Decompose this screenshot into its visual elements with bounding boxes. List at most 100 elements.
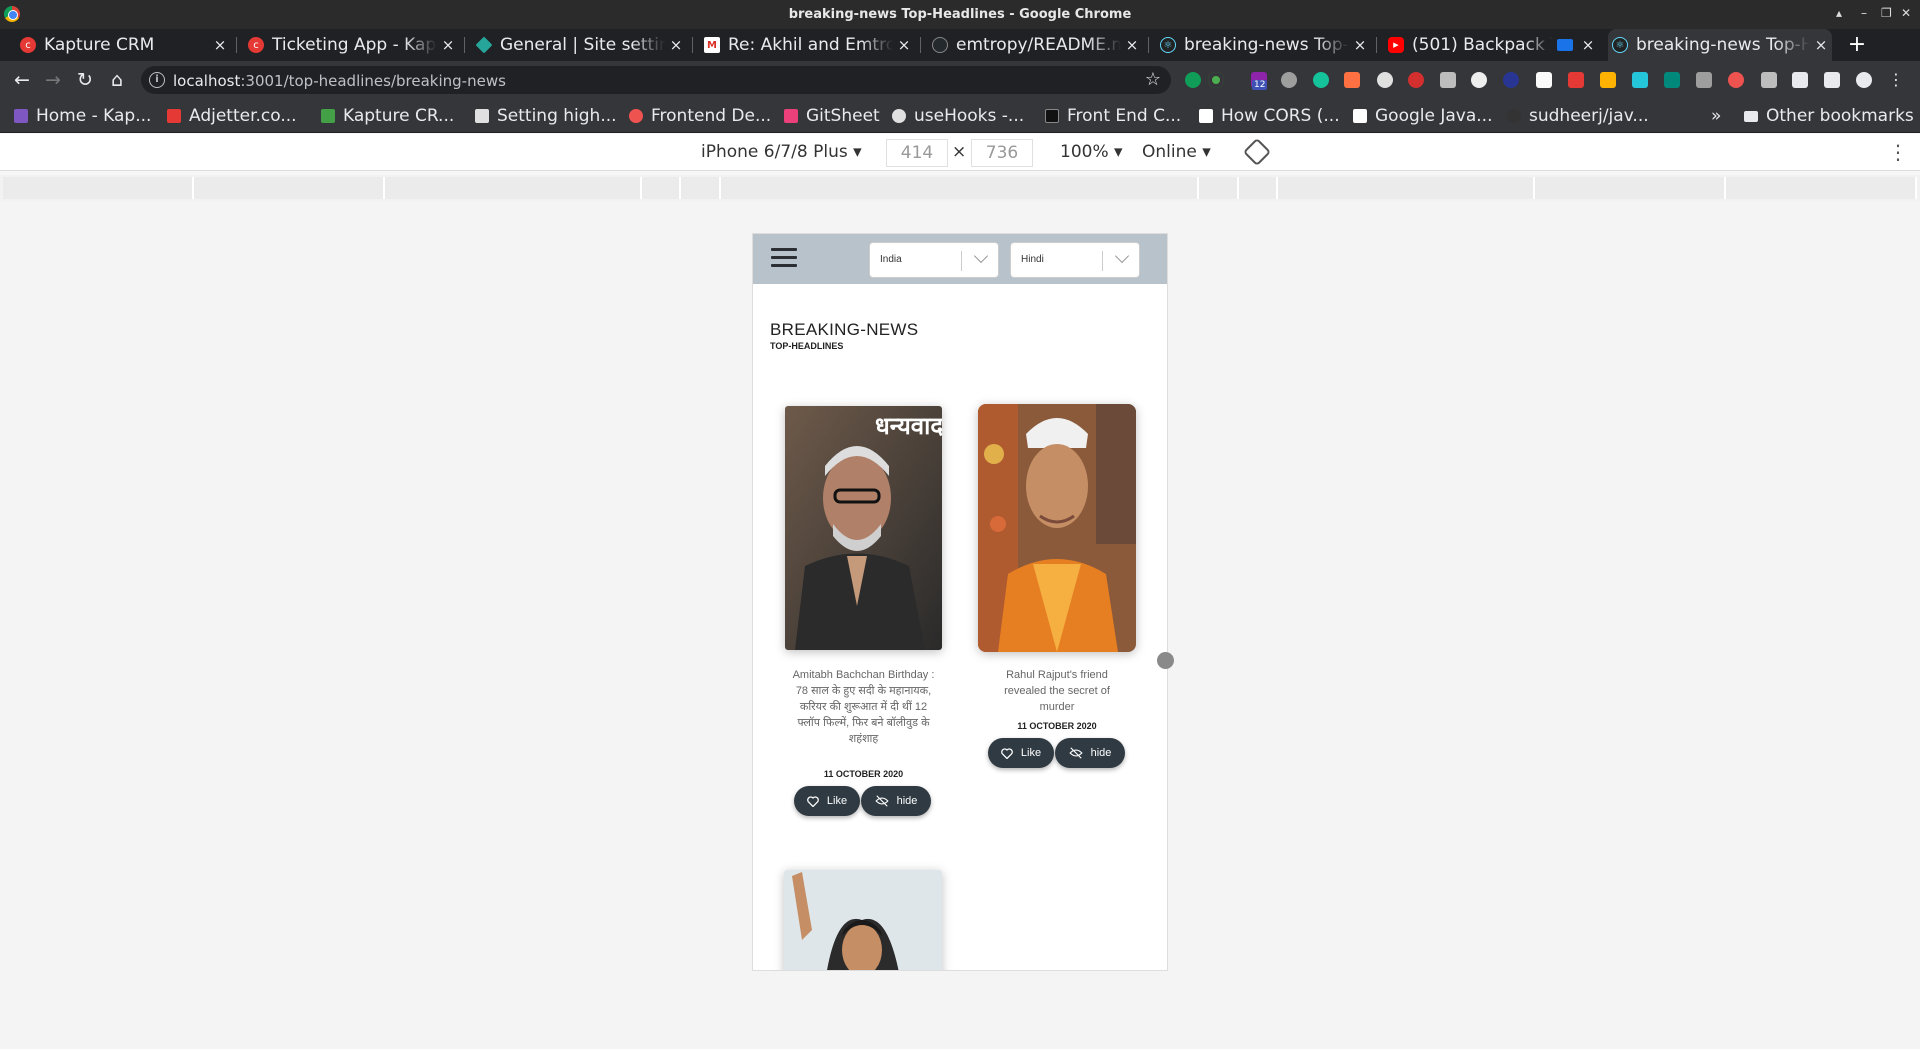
camera-icon[interactable] (1440, 72, 1456, 88)
close-tab-icon[interactable]: × (893, 36, 915, 54)
extension-icon[interactable] (1664, 72, 1680, 88)
bookmark-home-kapture[interactable]: Home - Kap... (14, 99, 151, 133)
extension-icon[interactable] (1471, 72, 1487, 88)
reload-icon[interactable]: ↻ (73, 68, 97, 92)
window-restore-icon[interactable]: ❐ (1881, 6, 1892, 20)
zoom-select[interactable]: 100% ▾ (1060, 142, 1123, 162)
media-query-segment[interactable] (642, 177, 681, 199)
bookmark-front-end-c[interactable]: Front End C... (1045, 99, 1181, 133)
grammarly-icon[interactable] (1313, 72, 1329, 88)
extension-icon[interactable] (1600, 72, 1616, 88)
device-height-input[interactable]: 736 (971, 139, 1033, 167)
language-select[interactable]: Hindi (1010, 242, 1140, 278)
tab-label: breaking-news Top-H (1184, 35, 1349, 55)
extension-icon[interactable] (1696, 72, 1712, 88)
extension-icon[interactable] (1377, 72, 1393, 88)
site-info-icon[interactable]: i (149, 72, 165, 88)
extension-icon[interactable] (1761, 72, 1777, 88)
puzzle-icon[interactable] (1792, 72, 1808, 88)
media-query-segment[interactable] (1199, 177, 1239, 199)
chevron-down-icon (973, 248, 989, 264)
like-button[interactable]: Like (794, 786, 860, 816)
forward-arrow-icon[interactable]: → (41, 68, 65, 92)
bookmark-gitsheet[interactable]: GitSheet (784, 99, 880, 133)
close-tab-icon[interactable]: × (1349, 36, 1371, 54)
close-tab-icon[interactable]: × (209, 36, 231, 54)
rotate-icon[interactable] (1242, 137, 1272, 167)
close-tab-icon[interactable]: × (1810, 36, 1832, 54)
tab-label: (501) Backpack T (1412, 35, 1553, 55)
tab-breaking-news-active[interactable]: ⚛ breaking-news Top-H × (1608, 29, 1832, 61)
device-select[interactable]: iPhone 6/7/8 Plus ▾ (701, 142, 862, 162)
like-label: Like (1020, 747, 1042, 759)
news-card-title[interactable]: Amitabh Bachchan Birthday : 78 साल के हु… (791, 667, 936, 747)
media-query-segment[interactable] (681, 177, 721, 199)
hide-button[interactable]: hide (861, 786, 931, 816)
tab-site-settings[interactable]: General | Site setting × (472, 29, 687, 61)
bookmark-usehooks[interactable]: useHooks -... (892, 99, 1024, 133)
tab-gmail[interactable]: M Re: Akhil and Emtrop × (700, 29, 915, 61)
extension-icon[interactable] (1208, 72, 1224, 88)
bookmark-adjetter[interactable]: Adjetter.co... (167, 99, 297, 133)
bookmark-google-java[interactable]: Google Java... (1353, 99, 1492, 133)
tab-github-readme[interactable]: emtropy/README.m × (928, 29, 1143, 61)
extension-icon[interactable] (1503, 72, 1519, 88)
tab-ticketing-app[interactable]: c Ticketing App - Kaptu × (244, 29, 459, 61)
extension-icon[interactable] (1281, 72, 1297, 88)
notion-icon[interactable] (1536, 72, 1552, 88)
extension-icon[interactable] (1568, 72, 1584, 88)
bookmark-frontend-dev[interactable]: Frontend De... (629, 99, 771, 133)
tab-breaking-news-1[interactable]: ⚛ breaking-news Top-H × (1156, 29, 1371, 61)
hamburger-menu-icon[interactable] (771, 248, 797, 268)
bookmarks-overflow-button[interactable]: » (1711, 99, 1721, 133)
like-button[interactable]: Like (988, 738, 1054, 768)
close-tab-icon[interactable]: × (665, 36, 687, 54)
device-width-input[interactable]: 414 (886, 139, 948, 167)
chrome-menu-icon[interactable]: ⋮ (1884, 68, 1908, 92)
dropdown-arrow-icon: ▾ (1114, 142, 1123, 162)
media-query-segment[interactable] (721, 177, 1199, 199)
bookmark-setting-high[interactable]: Setting high... (475, 99, 617, 133)
tab-label: General | Site setting (500, 35, 665, 55)
window-minimize-icon[interactable]: – (1861, 6, 1867, 20)
more-options-icon[interactable]: ⋮ (1888, 140, 1908, 164)
window-close-icon[interactable]: ✕ (1901, 6, 1911, 20)
new-tab-button[interactable]: + (1845, 29, 1869, 61)
news-card-image[interactable] (978, 404, 1136, 652)
media-query-segment[interactable] (194, 177, 385, 199)
extension-icon[interactable] (1344, 72, 1360, 88)
adblock-icon[interactable] (1408, 72, 1424, 88)
bookmark-star-icon[interactable]: ☆ (1145, 69, 1161, 90)
network-throttle-select[interactable]: Online ▾ (1142, 142, 1211, 162)
media-query-segment[interactable] (1239, 177, 1278, 199)
other-bookmarks-folder[interactable]: Other bookmarks (1744, 99, 1914, 133)
picture-in-picture-icon[interactable] (1557, 39, 1573, 51)
close-tab-icon[interactable]: × (1577, 36, 1599, 54)
media-query-segment[interactable] (1535, 177, 1726, 199)
media-query-segment[interactable] (1278, 177, 1535, 199)
bookmark-kapture-crm[interactable]: Kapture CR... (321, 99, 454, 133)
window-maximize-up-icon[interactable]: ▴ (1836, 6, 1842, 20)
extension-icon[interactable] (1728, 72, 1744, 88)
bookmark-how-cors[interactable]: How CORS (... (1199, 99, 1340, 133)
hide-button[interactable]: hide (1055, 738, 1125, 768)
address-bar[interactable]: i localhost:3001/top-headlines/breaking-… (141, 66, 1171, 94)
tab-youtube[interactable]: ▶ (501) Backpack T × (1384, 29, 1599, 61)
back-arrow-icon[interactable]: ← (10, 68, 34, 92)
tab-kapture-crm[interactable]: c Kapture CRM × (16, 29, 231, 61)
extension-icon[interactable] (1632, 72, 1648, 88)
news-card-title[interactable]: Rahul Rajput's friend revealed the secre… (989, 667, 1125, 715)
news-card-image[interactable] (784, 870, 942, 970)
media-query-segment[interactable] (385, 177, 642, 199)
news-card-image[interactable]: धन्यवाद (785, 406, 942, 650)
close-tab-icon[interactable]: × (437, 36, 459, 54)
country-select[interactable]: India (869, 242, 999, 278)
media-control-icon[interactable] (1824, 72, 1840, 88)
close-tab-icon[interactable]: × (1121, 36, 1143, 54)
media-query-segment[interactable] (1726, 177, 1917, 199)
home-icon[interactable]: ⌂ (105, 68, 129, 92)
media-query-segment[interactable] (3, 177, 194, 199)
bookmark-sudheerj[interactable]: sudheerj/jav... (1507, 99, 1649, 133)
profile-avatar[interactable] (1856, 72, 1872, 88)
extension-icon[interactable] (1185, 72, 1201, 88)
